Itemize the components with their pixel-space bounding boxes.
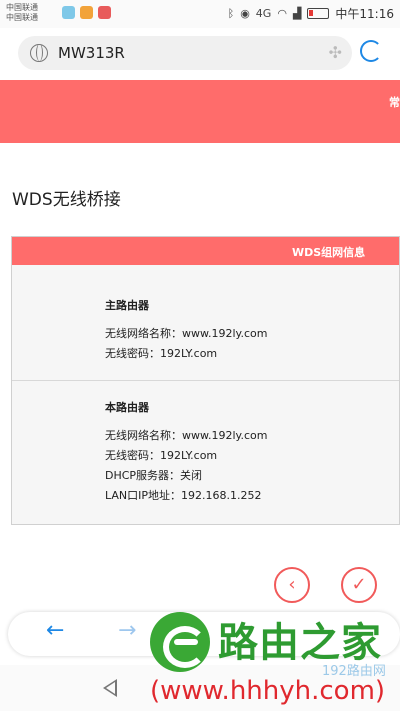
chevron-left-icon: ‹ <box>288 574 296 595</box>
main-router-heading: 主路由器 <box>105 299 149 312</box>
panel-header: WDS组网信息 <box>12 237 399 265</box>
watermark-url: (www.hhhyh.com) <box>150 676 386 706</box>
network-type: 4G <box>255 7 272 20</box>
this-router-lan-ip: LAN口IP地址：192.168.1.252 <box>105 489 262 502</box>
wifi-icon: ◠ <box>277 7 287 20</box>
reload-icon[interactable] <box>360 40 382 62</box>
watermark-logo-icon <box>150 612 210 672</box>
confirm-button[interactable]: ✓ <box>341 567 377 603</box>
system-back-icon[interactable] <box>103 679 117 697</box>
carrier-1: 中国联通 <box>6 3 38 12</box>
this-router-ssid: 无线网络名称：www.192ly.com <box>105 429 268 442</box>
bluetooth-icon: ᛒ <box>227 7 235 20</box>
chat-app-icon <box>62 6 75 19</box>
previous-button[interactable]: ‹ <box>274 567 310 603</box>
address-bar[interactable]: MW313R ✣ <box>18 36 352 70</box>
carrier-2: 中国联通 <box>6 13 38 22</box>
back-arrow-icon[interactable]: ← <box>46 618 64 643</box>
weibo-icon <box>80 6 93 19</box>
notification-icons <box>62 6 111 19</box>
main-router-ssid: 无线网络名称：www.192ly.com <box>105 327 268 340</box>
url-text[interactable]: MW313R <box>58 44 125 62</box>
clock: 中午11:16 <box>335 7 394 21</box>
globe-icon <box>30 44 48 62</box>
main-router-password: 无线密码：192LY.com <box>105 347 218 360</box>
this-router-password: 无线密码：192LY.com <box>105 449 218 462</box>
footprint-icon[interactable]: ✣ <box>329 43 342 62</box>
news-app-icon <box>98 6 111 19</box>
eye-icon: ◉ <box>240 7 250 20</box>
this-router-section: 本路由器 无线网络名称：www.192ly.com 无线密码：192LY.com… <box>12 381 399 525</box>
wds-info-panel: WDS组网信息 主路由器 无线网络名称：www.192ly.com 无线密码：1… <box>11 236 400 525</box>
page-title: WDS无线桥接 <box>12 190 121 210</box>
status-right: ᛒ ◉ 4G ◠ ▟ 中午11:16 <box>228 5 394 22</box>
main-router-section: 主路由器 无线网络名称：www.192ly.com 无线密码：192LY.com <box>12 265 399 381</box>
header-text: 常 <box>389 96 400 109</box>
status-bar: 中国联通 中国联通 ᛒ ◉ 4G ◠ ▟ 中午11:16 <box>0 0 400 28</box>
this-router-heading: 本路由器 <box>105 401 149 414</box>
panel-title: WDS组网信息 <box>292 246 366 259</box>
carrier-labels: 中国联通 中国联通 <box>6 3 38 23</box>
battery-icon <box>307 8 330 19</box>
forward-arrow-icon[interactable]: → <box>118 618 136 643</box>
this-router-dhcp: DHCP服务器：关闭 <box>105 469 203 482</box>
signal-icon: ▟ <box>292 7 302 20</box>
checkmark-icon: ✓ <box>351 574 367 595</box>
page-header: 常 <box>0 80 400 143</box>
